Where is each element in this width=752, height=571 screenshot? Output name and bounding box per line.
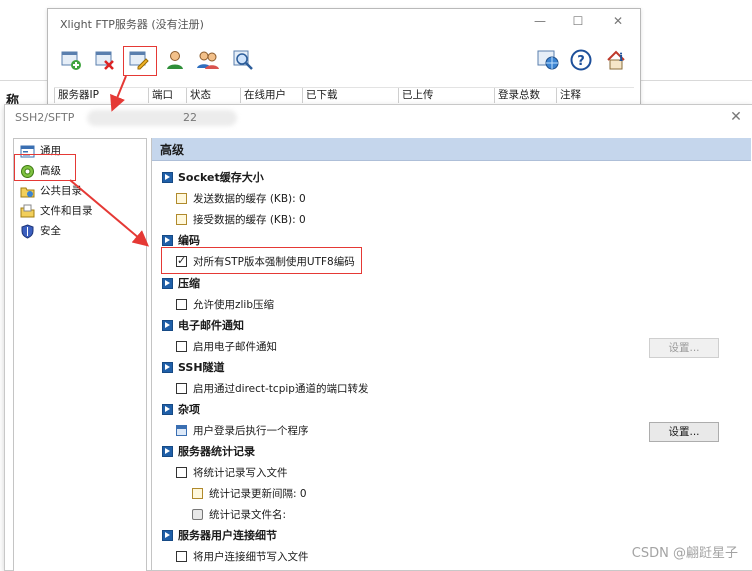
annotation-arrows xyxy=(69,75,150,247)
watermark: CSDN @翩跹星子 xyxy=(631,546,738,561)
